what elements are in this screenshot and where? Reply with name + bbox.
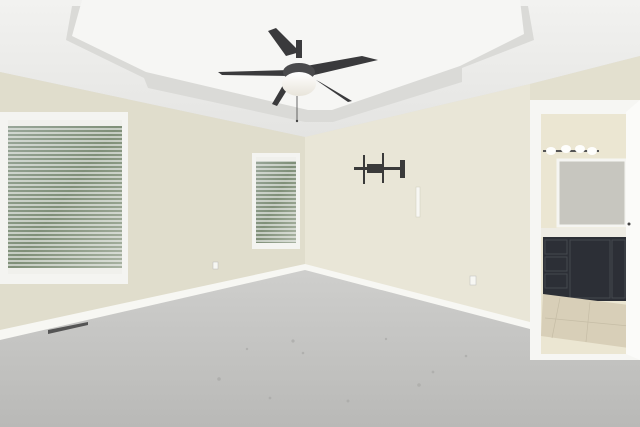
middle-window xyxy=(252,153,300,249)
bathroom-doorway xyxy=(530,100,640,360)
left-window xyxy=(0,112,128,284)
bathroom-door xyxy=(626,100,640,360)
bathroom-mirror xyxy=(556,158,628,228)
outlet-back xyxy=(469,275,477,286)
wall-switch-plate xyxy=(415,186,421,218)
outlet-left xyxy=(212,261,219,270)
bedroom-photo xyxy=(0,0,640,427)
room-illustration xyxy=(0,0,640,427)
vanity-cabinet xyxy=(543,237,627,301)
